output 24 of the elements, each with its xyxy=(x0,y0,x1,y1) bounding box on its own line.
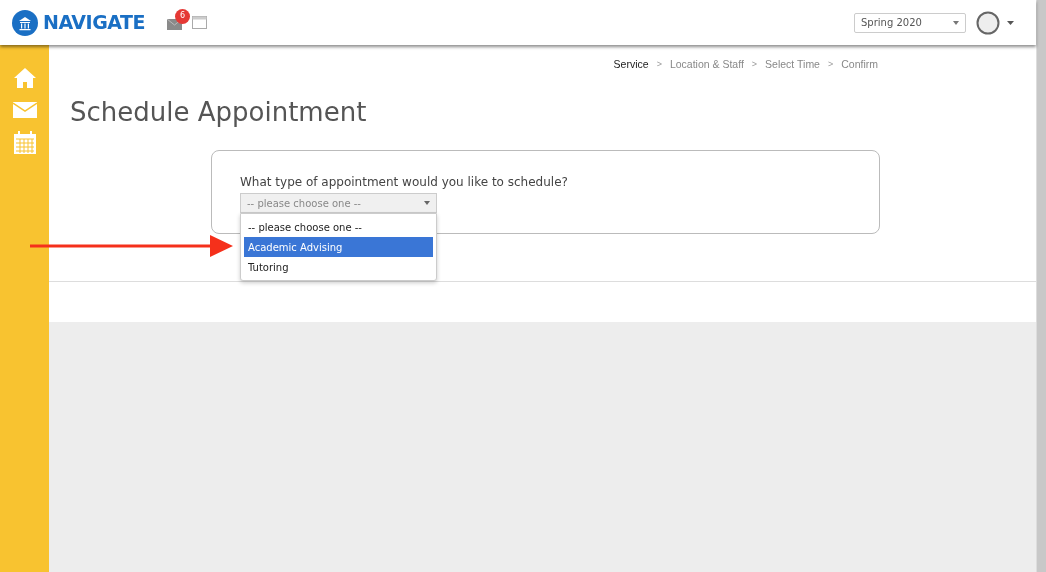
caret-icon xyxy=(424,201,430,205)
notification-badge: 6 xyxy=(175,8,191,24)
step-tab[interactable]: Service xyxy=(613,57,649,73)
logo-text: NAVIGATE xyxy=(43,10,146,36)
step-tab[interactable]: Select Time xyxy=(765,57,820,73)
question-label: What type of appointment would you like to schedule? xyxy=(240,174,568,191)
term-select[interactable]: Spring 2020 xyxy=(854,12,966,33)
caret-icon[interactable] xyxy=(1007,20,1014,25)
appointment-type-select[interactable]: -- please choose one -- xyxy=(240,193,437,213)
dropdown-option[interactable]: -- please choose one -- xyxy=(244,217,433,237)
step-tab[interactable]: Location & Staff xyxy=(669,57,744,73)
calendar-icon[interactable] xyxy=(13,131,36,154)
caret-icon xyxy=(953,20,959,25)
window-icon[interactable] xyxy=(192,16,208,29)
dropdown-option[interactable]: Academic Advising xyxy=(244,237,433,257)
step-separator: > xyxy=(656,58,662,72)
home-icon[interactable] xyxy=(12,67,37,89)
step-tab[interactable]: Confirm xyxy=(841,57,878,73)
page-title: Schedule Appointment xyxy=(70,95,368,129)
step-separator: > xyxy=(827,58,834,72)
dropdown-option[interactable]: Tutoring xyxy=(244,257,433,277)
step-separator: > xyxy=(751,58,758,72)
avatar-icon[interactable] xyxy=(976,10,1000,35)
logo-icon xyxy=(12,9,38,36)
